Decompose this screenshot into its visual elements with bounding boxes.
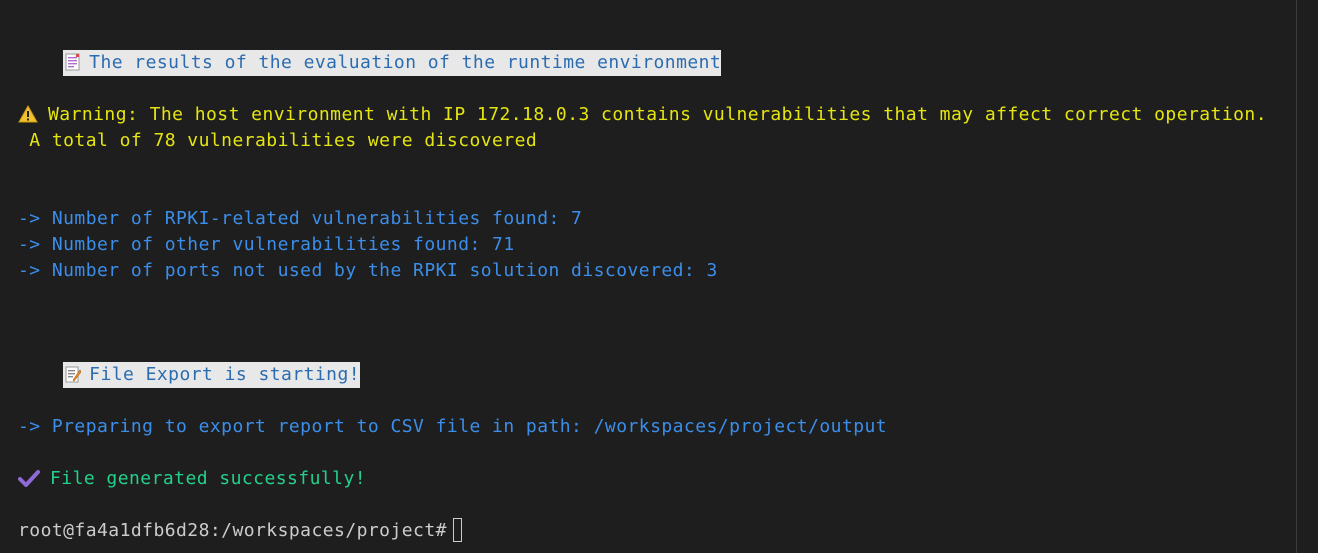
export-header-text: File Export is starting!: [89, 364, 361, 385]
prompt-line[interactable]: root@fa4a1dfb6d28:/workspaces/project#: [18, 518, 462, 544]
text-cursor: [452, 518, 462, 542]
finding-ports: -> Number of ports not used by the RPKI …: [18, 260, 718, 281]
export-info: -> Preparing to export report to CSV fil…: [18, 416, 888, 437]
evaluation-header-text: The results of the evaluation of the run…: [89, 52, 722, 73]
checkmark-icon: [18, 469, 40, 487]
finding-other: -> Number of other vulnerabilities found…: [18, 234, 515, 255]
terminal-panel[interactable]: The results of the evaluation of the run…: [0, 0, 1318, 553]
success-line: File generated successfully!: [18, 466, 366, 492]
evaluation-header-line: The results of the evaluation of the run…: [18, 24, 722, 76]
warning-text: Warning: The host environment with IP 17…: [48, 104, 1267, 125]
scrollbar-divider: [1296, 0, 1297, 553]
document-icon: [65, 53, 81, 71]
evaluation-header: The results of the evaluation of the run…: [63, 50, 722, 76]
memo-pencil-icon: [65, 365, 82, 383]
success-text: File generated successfully!: [50, 468, 367, 489]
warning-line-1: Warning: The host environment with IP 17…: [18, 102, 1267, 128]
export-header-line: File Export is starting!: [18, 336, 361, 388]
export-header: File Export is starting!: [63, 362, 361, 388]
shell-prompt: root@fa4a1dfb6d28:/workspaces/project#: [18, 520, 447, 541]
warning-line-2: A total of 78 vulnerabilities were disco…: [18, 130, 538, 151]
finding-rpki: -> Number of RPKI-related vulnerabilitie…: [18, 208, 583, 229]
warning-icon: [18, 104, 38, 123]
